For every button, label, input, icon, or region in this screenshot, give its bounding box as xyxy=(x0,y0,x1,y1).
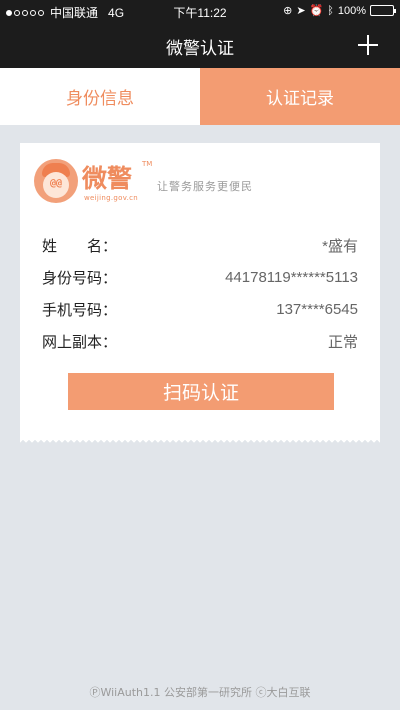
weijing-logo: @@ 微警 TM weijing.gov.cn xyxy=(34,157,154,207)
page-title: 微警认证 xyxy=(166,39,234,59)
info-value: 正常 xyxy=(327,333,358,351)
screen-lock-icon: ⊕ xyxy=(283,5,293,17)
signal-dot xyxy=(38,9,44,16)
info-label: 手机号码： xyxy=(42,300,118,319)
card-zigzag-edge xyxy=(20,437,380,443)
info-label: 姓 名： xyxy=(42,236,118,255)
logo-text: 微警 xyxy=(82,164,133,193)
avatar-eyes: @@ xyxy=(49,178,63,189)
location-arrow-icon: ➤ xyxy=(296,5,306,17)
info-row-phone: 手机号码： 137****6545 xyxy=(42,293,358,325)
info-row-online-copy: 网上副本： 正常 xyxy=(42,325,358,357)
logo-url: weijing.gov.cn xyxy=(84,194,139,202)
signal-dot xyxy=(30,9,36,16)
signal-dot xyxy=(6,9,12,16)
status-left: 中国联通 4G xyxy=(6,4,124,21)
tab-identity-info[interactable]: 身份信息 xyxy=(0,68,200,125)
info-value: *盛有 xyxy=(322,237,358,255)
add-plus-icon[interactable] xyxy=(358,35,378,55)
info-value: 137****6545 xyxy=(276,300,358,318)
info-row-id-number: 身份号码： 44178119******5113 xyxy=(42,261,358,293)
signal-strength-icon xyxy=(6,9,46,16)
signal-dot xyxy=(22,9,28,16)
status-bar: 中国联通 4G 下午11:22 ⊕ ➤ ⏰ ᛒ 100% xyxy=(0,0,400,22)
status-right: ⊕ ➤ ⏰ ᛒ 100% xyxy=(279,4,396,17)
identity-card: @@ 微警 TM weijing.gov.cn 让警务服务更便民 姓 名： *盛… xyxy=(20,143,380,437)
bluetooth-icon: ᛒ xyxy=(327,4,334,17)
logo-trademark: TM xyxy=(142,160,153,168)
battery-percent: 100% xyxy=(337,4,366,17)
tab-auth-records[interactable]: 认证记录 xyxy=(200,68,400,125)
info-label: 网上副本： xyxy=(42,332,118,351)
battery-icon xyxy=(370,5,396,16)
police-avatar-icon: @@ xyxy=(34,159,78,203)
nav-bar: 微警认证 xyxy=(0,22,400,68)
footer-copyright: ⓅWiiAuth1.1 公安部第一研究所 ⓒ大白互联 xyxy=(89,686,311,699)
info-list: 姓 名： *盛有 身份号码： 44178119******5113 手机号码： … xyxy=(42,229,358,357)
tab-bar: 身份信息 认证记录 xyxy=(0,68,400,125)
carrier-name: 中国联通 xyxy=(50,6,99,20)
slogan: 让警务服务更便民 xyxy=(157,180,253,193)
signal-dot xyxy=(14,9,20,16)
info-label: 身份号码： xyxy=(42,268,118,287)
alarm-clock-icon: ⏰ xyxy=(309,5,324,17)
info-value: 44178119******5113 xyxy=(225,268,358,286)
scan-auth-button[interactable]: 扫码认证 xyxy=(68,373,334,410)
info-row-name: 姓 名： *盛有 xyxy=(42,229,358,261)
network-type: 4G xyxy=(108,5,125,20)
